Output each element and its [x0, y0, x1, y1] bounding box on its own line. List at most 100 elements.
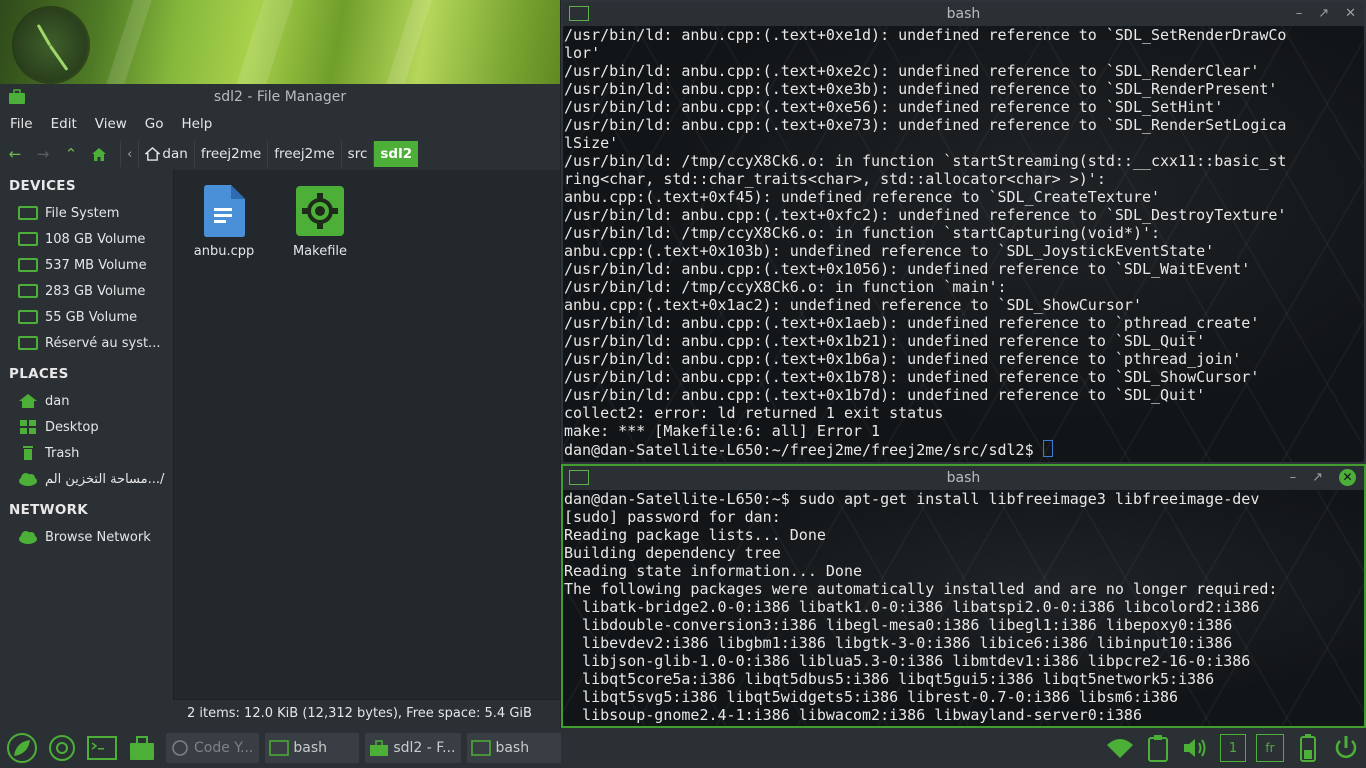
- terminal-launcher-icon[interactable]: [84, 730, 120, 766]
- minimize-icon[interactable]: –: [1296, 2, 1303, 26]
- maximize-icon[interactable]: ↗: [1312, 466, 1323, 490]
- sidebar-item-label: 108 GB Volume: [45, 231, 146, 247]
- sidebar-item-108gb[interactable]: 108 GB Volume: [0, 226, 173, 252]
- file-name: Makefile: [292, 244, 348, 259]
- sidebar-item-55gb[interactable]: 55 GB Volume: [0, 304, 173, 330]
- sidebar-item-537mb[interactable]: 537 MB Volume: [0, 252, 173, 278]
- terminal-line: /usr/bin/ld: /tmp/ccyX8Ck6.o: in functio…: [564, 224, 1161, 242]
- task-bash-2[interactable]: bash: [467, 733, 562, 763]
- close-icon[interactable]: ✕: [1339, 469, 1356, 486]
- breadcrumb-scroll-left[interactable]: ‹: [120, 141, 138, 167]
- file-name: anbu.cpp: [193, 244, 255, 259]
- close-icon[interactable]: ✕: [1345, 2, 1356, 26]
- task-file-manager[interactable]: sdl2 - F...: [365, 733, 462, 763]
- minimize-icon[interactable]: –: [1290, 466, 1297, 490]
- volume-icon[interactable]: [1182, 734, 1210, 762]
- forward-arrow-icon[interactable]: →: [30, 141, 56, 167]
- terminal-line: Building dependency tree: [564, 544, 781, 562]
- back-arrow-icon[interactable]: ←: [2, 141, 28, 167]
- file-manager-titlebar[interactable]: sdl2 - File Manager: [0, 84, 560, 110]
- sidebar-item-reserved[interactable]: Réservé au syst...: [0, 330, 173, 356]
- menu-view[interactable]: View: [95, 116, 127, 132]
- drive-icon: [18, 310, 38, 324]
- sidebar-item-file-system[interactable]: File System: [0, 200, 173, 226]
- terminal-line: libqt5svg5:i386 libqt5widgets5:i386 libr…: [564, 688, 1179, 706]
- taskbar: Code Y... bash sdl2 - F... bash 1 fr: [0, 728, 1366, 768]
- battery-icon[interactable]: [1294, 734, 1322, 762]
- breadcrumb-src[interactable]: src: [340, 141, 374, 167]
- breadcrumb-freej2me-sub[interactable]: freej2me: [267, 141, 340, 167]
- terminal-output[interactable]: dan@dan-Satellite-L650:~$ sudo apt-get i…: [563, 490, 1364, 726]
- section-network: NETWORK: [9, 502, 89, 518]
- sidebar-item-cloud-storage[interactable]: مساحة التخزين الم.../: [0, 466, 173, 492]
- terminal-line: libqt5core5a:i386 libqt5dbus5:i386 libqt…: [564, 670, 1215, 688]
- terminal-line: /usr/bin/ld: anbu.cpp:(.text+0x1056): un…: [564, 260, 1251, 278]
- chrome-icon: [172, 740, 188, 756]
- breadcrumb-sdl2[interactable]: sdl2: [373, 141, 419, 167]
- terminal-line: /usr/bin/ld: anbu.cpp:(.text+0xe1d): und…: [564, 26, 1287, 44]
- menu-help[interactable]: Help: [182, 116, 213, 132]
- sidebar-item-283gb[interactable]: 283 GB Volume: [0, 278, 173, 304]
- sidebar-item-label: 537 MB Volume: [45, 257, 147, 273]
- file-manager-app-icon: [9, 89, 25, 104]
- terminal-titlebar[interactable]: bash – ↗ ✕: [563, 466, 1364, 490]
- terminal-app-icon: [569, 470, 589, 485]
- terminal-line: /usr/bin/ld: anbu.cpp:(.text+0x1b78): un…: [564, 368, 1260, 386]
- workspace-indicator[interactable]: 1: [1220, 734, 1246, 762]
- breadcrumb-freej2me[interactable]: freej2me: [193, 141, 267, 167]
- drive-icon: [18, 206, 38, 220]
- terminal-output[interactable]: /usr/bin/ld: anbu.cpp:(.text+0xe1d): und…: [563, 26, 1364, 462]
- terminal-line: libatk-bridge2.0-0:i386 libatk1.0-0:i386…: [564, 598, 1260, 616]
- breadcrumb-dan[interactable]: dan: [138, 141, 193, 167]
- drive-icon: [18, 336, 38, 350]
- power-icon[interactable]: [1332, 734, 1360, 762]
- sidebar-item-label: 283 GB Volume: [45, 283, 146, 299]
- terminal-titlebar[interactable]: bash – ↗ ✕: [563, 2, 1364, 26]
- terminal-line: /usr/bin/ld: anbu.cpp:(.text+0xe56): und…: [564, 98, 1224, 116]
- section-places: PLACES: [9, 366, 69, 382]
- menu-file[interactable]: File: [10, 116, 33, 132]
- clipboard-icon[interactable]: [1144, 734, 1172, 762]
- desktop-wallpaper: [0, 0, 560, 84]
- file-item-makefile[interactable]: Makefile: [280, 184, 360, 259]
- drive-icon: [18, 258, 38, 272]
- file-view[interactable]: anbu.cpp Makefile: [173, 170, 560, 728]
- file-manager-window: sdl2 - File Manager File Edit View Go He…: [0, 84, 560, 728]
- terminal-line: /usr/bin/ld: anbu.cpp:(.text+0xe2c): und…: [564, 62, 1260, 80]
- sidebar-item-dan[interactable]: dan: [0, 388, 173, 414]
- sidebar-item-desktop[interactable]: Desktop: [0, 414, 173, 440]
- task-label: Code Y...: [194, 740, 254, 756]
- terminal-line: /usr/bin/ld: anbu.cpp:(.text+0x1aeb): un…: [564, 314, 1260, 332]
- up-arrow-icon[interactable]: ⌃: [58, 141, 84, 167]
- sidebar-item-browse-network[interactable]: Browse Network: [0, 524, 173, 550]
- terminal-line: /usr/bin/ld: anbu.cpp:(.text+0x1b6a): un…: [564, 350, 1242, 368]
- maximize-icon[interactable]: ↗: [1318, 2, 1329, 26]
- keyboard-layout-indicator[interactable]: fr: [1256, 734, 1284, 762]
- menu-leaf-icon[interactable]: [4, 730, 40, 766]
- terminal-line: [sudo] password for dan:: [564, 508, 781, 526]
- sidebar-item-label: Browse Network: [45, 529, 151, 545]
- cloud-icon: [19, 531, 37, 544]
- window-title: sdl2 - File Manager: [213, 89, 347, 105]
- terminal-window-top: bash – ↗ ✕ /usr/bin/ld: anbu.cpp:(.text+…: [561, 0, 1366, 464]
- menu-edit[interactable]: Edit: [51, 116, 77, 132]
- task-code[interactable]: Code Y...: [166, 733, 260, 763]
- home-icon: [145, 147, 161, 161]
- terminal-line: anbu.cpp:(.text+0x103b): undefined refer…: [564, 242, 1215, 260]
- menu-go[interactable]: Go: [145, 116, 164, 132]
- terminal-line: make: *** [Makefile:6: all] Error 1: [564, 422, 881, 440]
- terminal-line: libjson-glib-1.0-0:i386 liblua5.3-0:i386…: [564, 652, 1251, 670]
- terminal-line: libdouble-conversion3:i386 libegl-mesa0:…: [564, 616, 1233, 634]
- sidebar-item-trash[interactable]: Trash: [0, 440, 173, 466]
- task-label: sdl2 - F...: [393, 740, 456, 756]
- task-label: bash: [495, 740, 530, 756]
- task-label: bash: [293, 740, 327, 756]
- task-bash-1[interactable]: bash: [265, 733, 360, 763]
- wifi-icon[interactable]: [1106, 734, 1134, 762]
- file-item-anbu-cpp[interactable]: anbu.cpp: [184, 184, 264, 259]
- terminal-line: /usr/bin/ld: anbu.cpp:(.text+0xe73): und…: [564, 116, 1287, 134]
- window-title: bash: [946, 470, 981, 486]
- file-manager-launcher-icon[interactable]: [124, 730, 160, 766]
- home-icon[interactable]: [86, 141, 112, 167]
- chrome-icon[interactable]: [44, 730, 80, 766]
